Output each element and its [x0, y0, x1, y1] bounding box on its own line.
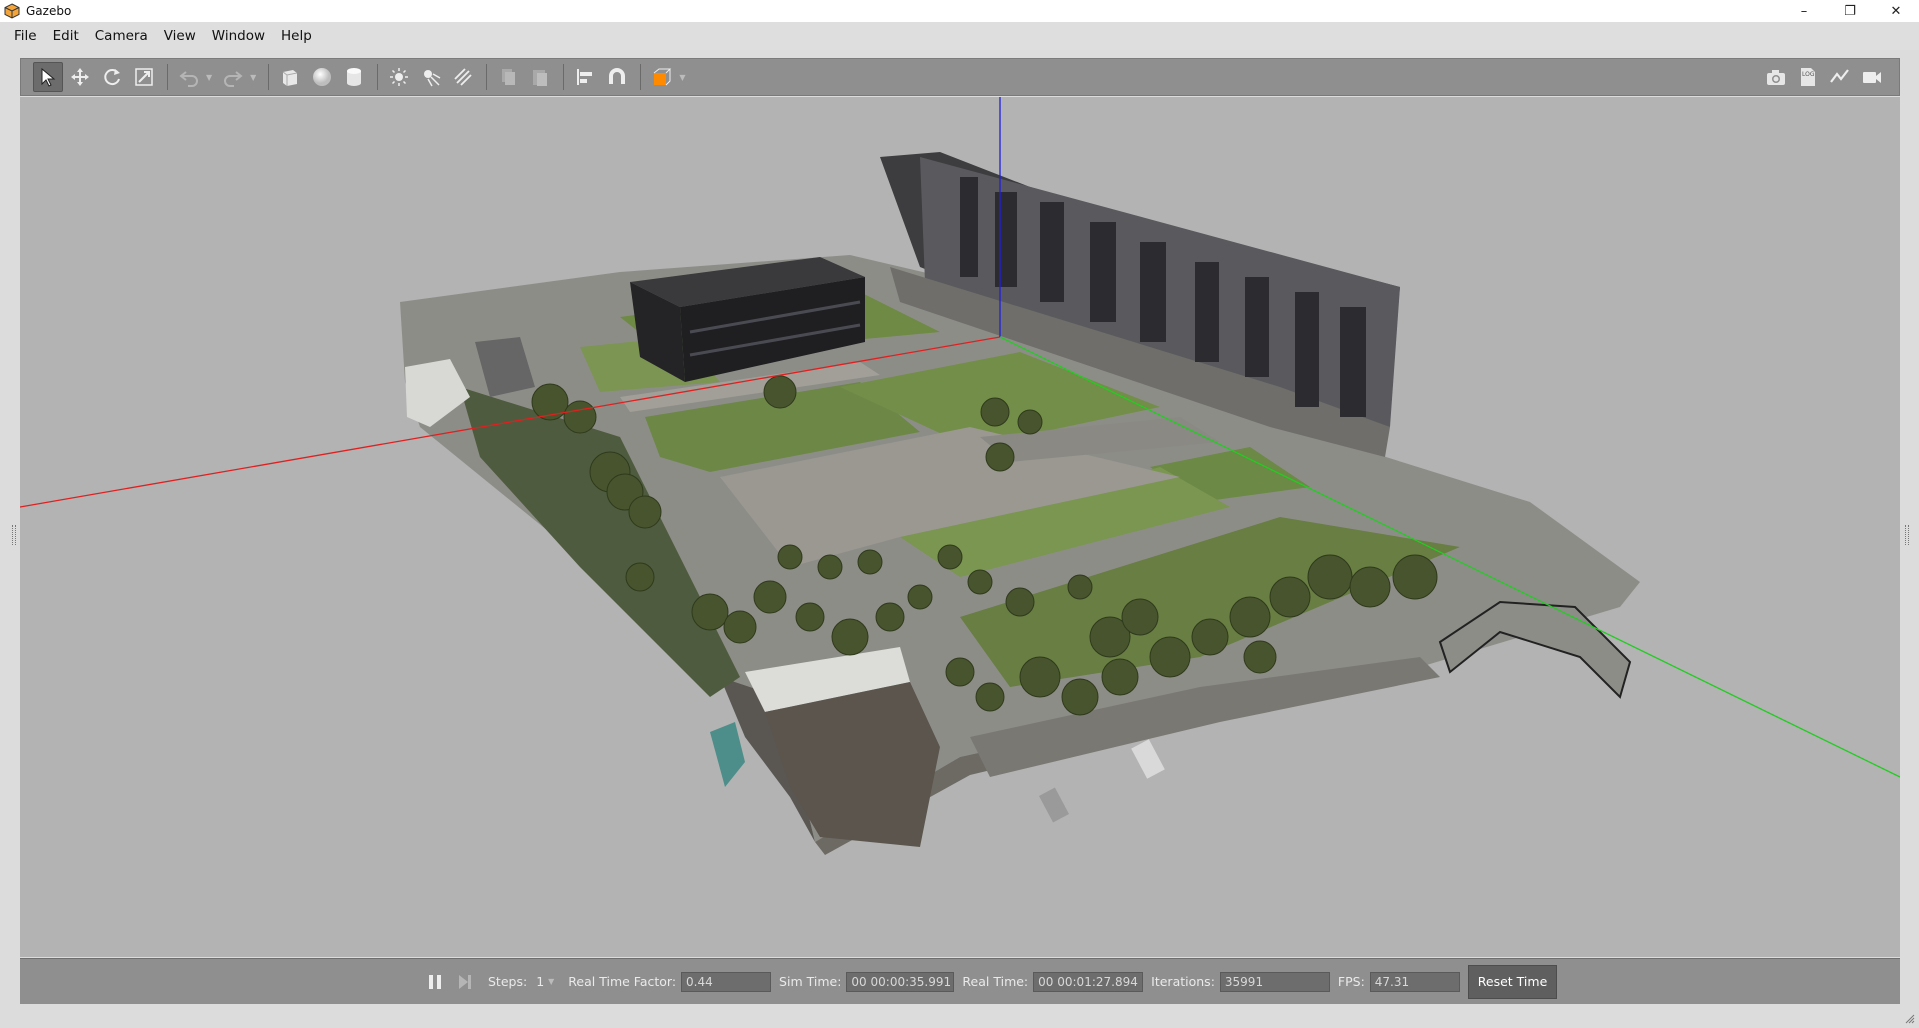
undo-icon — [179, 71, 198, 87]
redo-icon — [224, 71, 243, 87]
real-time-factor-field: 0.44 — [681, 971, 772, 992]
menu-file[interactable]: File — [6, 28, 45, 44]
step-button[interactable] — [450, 967, 480, 997]
copy-icon — [502, 69, 516, 85]
window-title: Gazebo — [26, 4, 72, 18]
view-angle-dropdown[interactable]: ▼ — [679, 73, 685, 82]
directional-light-icon — [454, 68, 472, 86]
view-angle-button[interactable] — [647, 62, 677, 92]
rotate-mode-button[interactable] — [97, 62, 127, 92]
simulation-status-bar: Steps: 1 ▼ Real Time Factor: 0.44 Sim Ti… — [20, 958, 1900, 1004]
maximize-button[interactable]: ❐ — [1827, 0, 1873, 22]
insert-box-button[interactable] — [275, 62, 305, 92]
rotate-icon — [104, 69, 120, 86]
undo-history-dropdown[interactable]: ▼ — [206, 73, 212, 82]
svg-text:LOG: LOG — [1802, 71, 1815, 78]
select-mode-button[interactable] — [33, 62, 63, 92]
close-button[interactable]: ✕ — [1873, 0, 1919, 22]
spot-light-icon — [424, 70, 441, 87]
translate-icon — [71, 68, 89, 86]
real-time-field: 00 00:01:27.894 — [1033, 971, 1144, 992]
iterations-label: Iterations: — [1151, 974, 1215, 989]
view-angle-icon — [654, 68, 672, 86]
redo-button[interactable] — [218, 62, 248, 92]
menu-camera[interactable]: Camera — [87, 28, 156, 44]
insert-spot-light-button[interactable] — [416, 62, 446, 92]
log-icon: LOG — [1801, 68, 1815, 86]
insert-point-light-button[interactable] — [384, 62, 414, 92]
gazebo-logo-icon — [4, 3, 20, 19]
redo-history-dropdown[interactable]: ▼ — [250, 73, 256, 82]
translate-mode-button[interactable] — [65, 62, 95, 92]
insert-cylinder-button[interactable] — [339, 62, 369, 92]
menu-bar: File Edit Camera View Window Help — [0, 22, 1919, 50]
scene-render[interactable] — [20, 97, 1900, 957]
plot-icon — [1830, 69, 1849, 83]
reset-time-button[interactable]: Reset Time — [1467, 964, 1558, 999]
iterations-field: 35991 — [1219, 971, 1330, 992]
pause-icon — [429, 974, 441, 989]
menu-help[interactable]: Help — [273, 28, 320, 44]
minimize-button[interactable]: – — [1781, 0, 1827, 22]
video-record-icon — [1863, 72, 1881, 83]
paste-icon — [533, 70, 548, 86]
log-button[interactable]: LOG — [1793, 62, 1823, 92]
steps-label: Steps: — [488, 974, 528, 989]
insert-sphere-button[interactable] — [307, 62, 337, 92]
left-panel-handle[interactable] — [12, 525, 16, 545]
cylinder-icon — [347, 68, 362, 86]
car-silver — [1039, 787, 1069, 823]
house-body — [765, 682, 940, 847]
align-button[interactable] — [570, 62, 600, 92]
scale-mode-button[interactable] — [129, 62, 159, 92]
video-record-button[interactable] — [1857, 62, 1887, 92]
screenshot-button[interactable] — [1761, 62, 1791, 92]
plot-button[interactable] — [1825, 62, 1855, 92]
fps-field: 47.31 — [1369, 971, 1460, 992]
steps-spinbox[interactable]: 1 — [536, 974, 544, 989]
menu-edit[interactable]: Edit — [45, 28, 87, 44]
menu-view[interactable]: View — [156, 28, 204, 44]
real-time-factor-label: Real Time Factor: — [568, 974, 677, 989]
fps-label: FPS: — [1337, 974, 1365, 989]
real-time-label: Real Time: — [962, 974, 1029, 989]
snap-magnet-icon — [609, 68, 626, 84]
pause-button[interactable] — [420, 967, 450, 997]
sphere-icon — [313, 68, 332, 86]
screenshot-icon — [1767, 70, 1785, 85]
menu-window[interactable]: Window — [204, 28, 273, 44]
align-icon — [577, 69, 593, 85]
right-panel-handle[interactable] — [1905, 525, 1909, 545]
scale-icon — [135, 68, 153, 86]
step-forward-icon — [459, 974, 471, 989]
select-arrow-icon — [41, 67, 56, 87]
title-bar: Gazebo – ❐ ✕ — [0, 0, 1919, 22]
box-icon — [283, 70, 298, 86]
scene-viewport[interactable] — [20, 97, 1900, 957]
steps-dropdown[interactable]: ▼ — [548, 977, 554, 986]
teal-structure — [710, 722, 745, 787]
copy-button[interactable] — [493, 62, 523, 92]
main-toolbar: ▼ ▼ ▼ LOG — [20, 58, 1900, 96]
insert-directional-light-button[interactable] — [448, 62, 478, 92]
undo-button[interactable] — [174, 62, 204, 92]
sim-time-field: 00 00:00:35.991 — [846, 971, 955, 992]
resize-grip-icon[interactable] — [1905, 1014, 1915, 1024]
snap-button[interactable] — [602, 62, 632, 92]
point-light-icon — [390, 68, 409, 86]
car-white — [1131, 739, 1165, 779]
paste-button[interactable] — [525, 62, 555, 92]
sim-time-label: Sim Time: — [779, 974, 842, 989]
